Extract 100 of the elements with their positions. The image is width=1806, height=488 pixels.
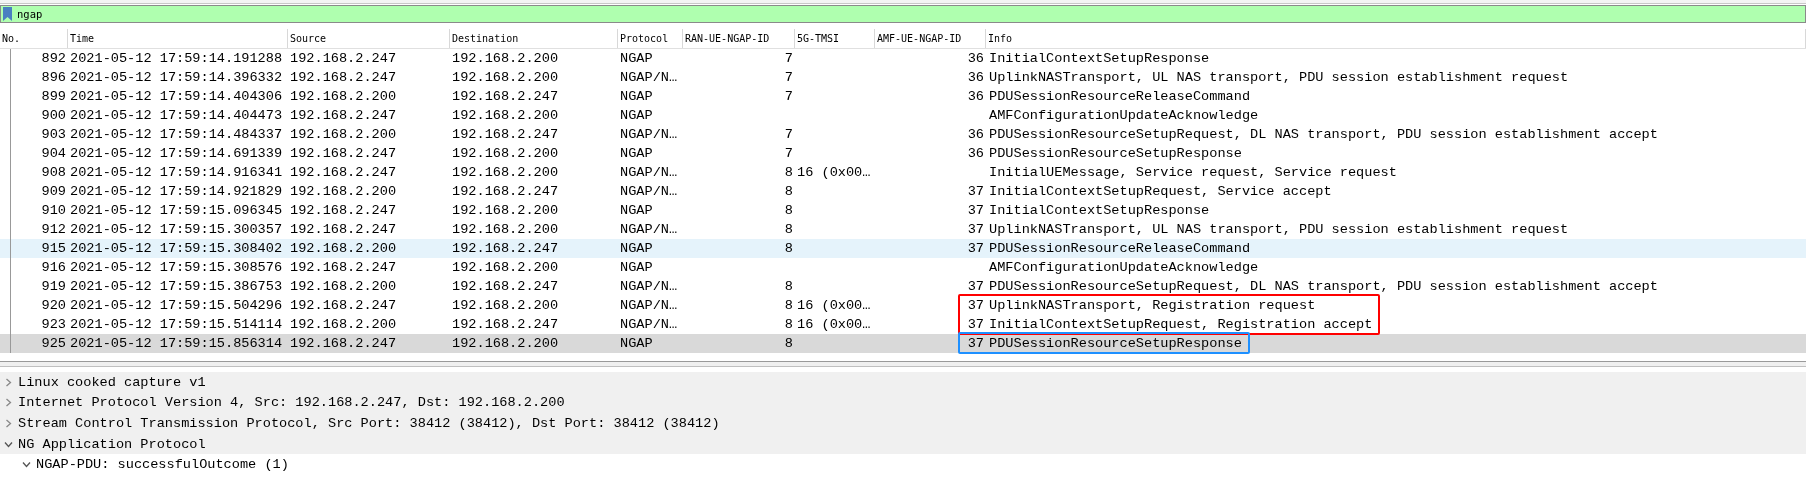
table-cell: 36 (967, 89, 984, 104)
packet-row[interactable]: 923 2021-05-12 17:59:15.514114 192.168.2.200 192.168.2.247 NGAP/N… 8 16 (0x00… 37 InitialContextSetupRequest, Registration accept (0, 315, 1806, 334)
chevron-down-icon[interactable] (22, 460, 31, 470)
column-header[interactable]: Info (986, 29, 1806, 48)
column-header[interactable]: AMF-UE-NGAP-ID (875, 29, 986, 48)
table-cell: 37 (967, 184, 984, 199)
table-cell-text: 2021-05-12 17:59:15.308402 (69, 241, 284, 256)
column-header[interactable]: Time (68, 29, 288, 48)
table-cell-text: 908 (40, 165, 67, 180)
table-cell-text: PDUSessionResourceReleaseCommand (988, 89, 1252, 104)
table-cell-text: 192.168.2.247 (289, 222, 398, 237)
packet-row[interactable]: 904 2021-05-12 17:59:14.691339 192.168.2.247 192.168.2.200 NGAP 7 36 PDUSessionResourceSetupResponse (0, 144, 1806, 163)
display-filter-field[interactable]: ngap (0, 5, 1806, 23)
table-cell-text: 912 (40, 222, 67, 237)
table-cell: 8 (784, 222, 793, 237)
table-cell-text: NGAP (619, 260, 654, 275)
table-cell-text: 904 (40, 146, 67, 161)
table-cell-text: NGAP/N… (619, 279, 679, 294)
table-cell-text: 192.168.2.247 (451, 279, 560, 294)
table-cell: 7 (784, 51, 793, 66)
table-cell-text: PDUSessionResourceSetupRequest, DL NAS transport, PDU session establishment accept (988, 127, 1659, 142)
table-cell-text: 192.168.2.247 (289, 146, 398, 161)
table-cell-text: NGAP (619, 336, 654, 351)
packet-row[interactable]: 899 2021-05-12 17:59:14.404306 192.168.2.200 192.168.2.247 NGAP 7 36 PDUSessionResourceReleaseCommand (0, 87, 1806, 106)
chevron-right-icon[interactable] (4, 419, 13, 428)
column-header[interactable]: RAN-UE-NGAP-ID (683, 29, 795, 48)
packet-row[interactable]: 903 2021-05-12 17:59:14.484337 192.168.2.200 192.168.2.247 NGAP/N… 7 36 PDUSessionResourceSetupRequest, DL NAS transport, PDU session establishment accept (0, 125, 1806, 144)
packet-row[interactable]: 916 2021-05-12 17:59:15.308576 192.168.2.247 192.168.2.200 NGAP AMFConfigurationUpdateAcknowledge (0, 258, 1806, 277)
bookmark-icon[interactable] (3, 7, 12, 21)
table-cell: 8 (784, 317, 793, 332)
table-cell: 37 (967, 336, 984, 351)
table-cell: 7 (784, 89, 793, 104)
table-cell-text: 192.168.2.247 (451, 89, 560, 104)
packet-row[interactable]: 896 2021-05-12 17:59:14.396332 192.168.2.247 192.168.2.200 NGAP/N… 7 36 UplinkNASTransport, UL NAS transport, PDU session establishment request (0, 68, 1806, 87)
table-cell-text: 2021-05-12 17:59:15.308576 (69, 260, 284, 275)
table-cell-text: AMFConfigurationUpdateAcknowledge (988, 260, 1260, 275)
packet-row[interactable]: 919 2021-05-12 17:59:15.386753 192.168.2.200 192.168.2.247 NGAP/N… 8 37 PDUSessionResourceSetupRequest, DL NAS transport, PDU session establishment accept (0, 277, 1806, 296)
packet-row[interactable]: 910 2021-05-12 17:59:15.096345 192.168.2.247 192.168.2.200 NGAP 8 37 InitialContextSetupResponse (0, 201, 1806, 220)
table-cell-text: 2021-05-12 17:59:14.691339 (69, 146, 284, 161)
table-cell: 37 (967, 279, 984, 294)
chevron-right-icon[interactable] (4, 398, 13, 408)
table-cell: 7 (784, 127, 793, 142)
table-cell: 37 (967, 298, 984, 313)
table-cell-text: UplinkNASTransport, UL NAS transport, PDU session establishment request (988, 222, 1570, 237)
table-cell-text: 192.168.2.200 (289, 279, 398, 294)
table-cell-text: 903 (40, 127, 67, 142)
table-cell-text: NGAP/N… (619, 165, 679, 180)
table-cell: 36 (967, 127, 984, 142)
column-header[interactable]: No. (0, 29, 68, 48)
table-cell-text: 192.168.2.200 (451, 298, 560, 313)
chevron-down-icon[interactable] (4, 439, 13, 449)
table-cell-text: 2021-05-12 17:59:15.856314 (69, 336, 284, 351)
column-header[interactable]: 5G-TMSI (795, 29, 875, 48)
table-cell-text: NGAP (619, 51, 654, 66)
chevron-right-icon[interactable] (4, 377, 13, 387)
tree-item[interactable]: NGAP-PDU: successfulOutcome (1) (36, 457, 289, 473)
table-cell: 7 (784, 70, 793, 85)
column-header[interactable]: Destination (450, 29, 618, 48)
table-cell-text: UplinkNASTransport, UL NAS transport, PDU session establishment request (988, 70, 1570, 85)
table-cell-text: PDUSessionResourceReleaseCommand (988, 241, 1252, 256)
table-cell-text: NGAP (619, 108, 654, 123)
packet-row[interactable]: 908 2021-05-12 17:59:14.916341 192.168.2.247 192.168.2.200 NGAP/N… 8 16 (0x00… InitialUEMessage, Service request, Service request (0, 163, 1806, 182)
table-cell-text: AMFConfigurationUpdateAcknowledge (988, 108, 1260, 123)
table-cell-text: 192.168.2.200 (451, 108, 560, 123)
table-cell-text: 909 (40, 184, 67, 199)
table-cell-text: NGAP/N… (619, 127, 679, 142)
packet-row[interactable]: 909 2021-05-12 17:59:14.921829 192.168.2.200 192.168.2.247 NGAP/N… 8 37 InitialContextSetupRequest, Service accept (0, 182, 1806, 201)
table-cell: 16 (0x00… (797, 298, 871, 313)
tree-item[interactable]: NG Application Protocol (18, 436, 206, 452)
table-cell: 36 (967, 51, 984, 66)
table-cell: 16 (0x00… (797, 317, 871, 332)
column-header[interactable]: Protocol (618, 29, 683, 48)
table-cell-text: 899 (40, 89, 67, 104)
column-header[interactable]: Source (288, 29, 450, 48)
table-cell-text: 192.168.2.247 (451, 127, 560, 142)
table-cell-text: 2021-05-12 17:59:15.514114 (69, 317, 284, 332)
table-cell-text: NGAP/N… (619, 70, 679, 85)
table-cell-text: 192.168.2.247 (289, 260, 398, 275)
table-cell: 37 (967, 317, 984, 332)
table-cell: 16 (0x00… (797, 165, 871, 180)
packet-row[interactable]: 892 2021-05-12 17:59:14.191288 192.168.2.247 192.168.2.200 NGAP 7 36 InitialContextSetupResponse (0, 49, 1806, 68)
table-cell-text: PDUSessionResourceSetupRequest, DL NAS transport, PDU session establishment accept (988, 279, 1659, 294)
table-cell-text: NGAP (619, 203, 654, 218)
table-cell-text: 2021-05-12 17:59:14.484337 (69, 127, 284, 142)
tree-item[interactable]: Linux cooked capture v1 (18, 374, 206, 390)
table-cell-text: 2021-05-12 17:59:14.921829 (69, 184, 284, 199)
packet-row[interactable]: 912 2021-05-12 17:59:15.300357 192.168.2.247 192.168.2.200 NGAP/N… 8 37 UplinkNASTransport, UL NAS transport, PDU session establishment request (0, 220, 1806, 239)
table-cell-text: 919 (40, 279, 67, 294)
table-cell-text: 192.168.2.247 (451, 317, 560, 332)
table-cell: 8 (784, 336, 793, 351)
packet-row[interactable]: 920 2021-05-12 17:59:15.504296 192.168.2.247 192.168.2.200 NGAP/N… 8 16 (0x00… 37 UplinkNASTransport, Registration request (0, 296, 1806, 315)
packet-row[interactable]: 900 2021-05-12 17:59:14.404473 192.168.2.247 192.168.2.200 NGAP AMFConfigurationUpdateAcknowledge (0, 106, 1806, 125)
table-cell: 8 (784, 184, 793, 199)
packet-row[interactable]: 925 2021-05-12 17:59:15.856314 192.168.2.247 192.168.2.200 NGAP 8 37 PDUSessionResourceSetupResponse (0, 334, 1806, 353)
table-cell-text: 192.168.2.247 (451, 241, 560, 256)
table-cell-text: 192.168.2.200 (289, 184, 398, 199)
table-cell-text: 192.168.2.200 (451, 336, 560, 351)
table-cell: 37 (967, 222, 984, 237)
packet-row[interactable]: 915 2021-05-12 17:59:15.308402 192.168.2.200 192.168.2.247 NGAP 8 37 PDUSessionResourceReleaseCommand (0, 239, 1806, 258)
table-cell: 8 (784, 279, 793, 294)
